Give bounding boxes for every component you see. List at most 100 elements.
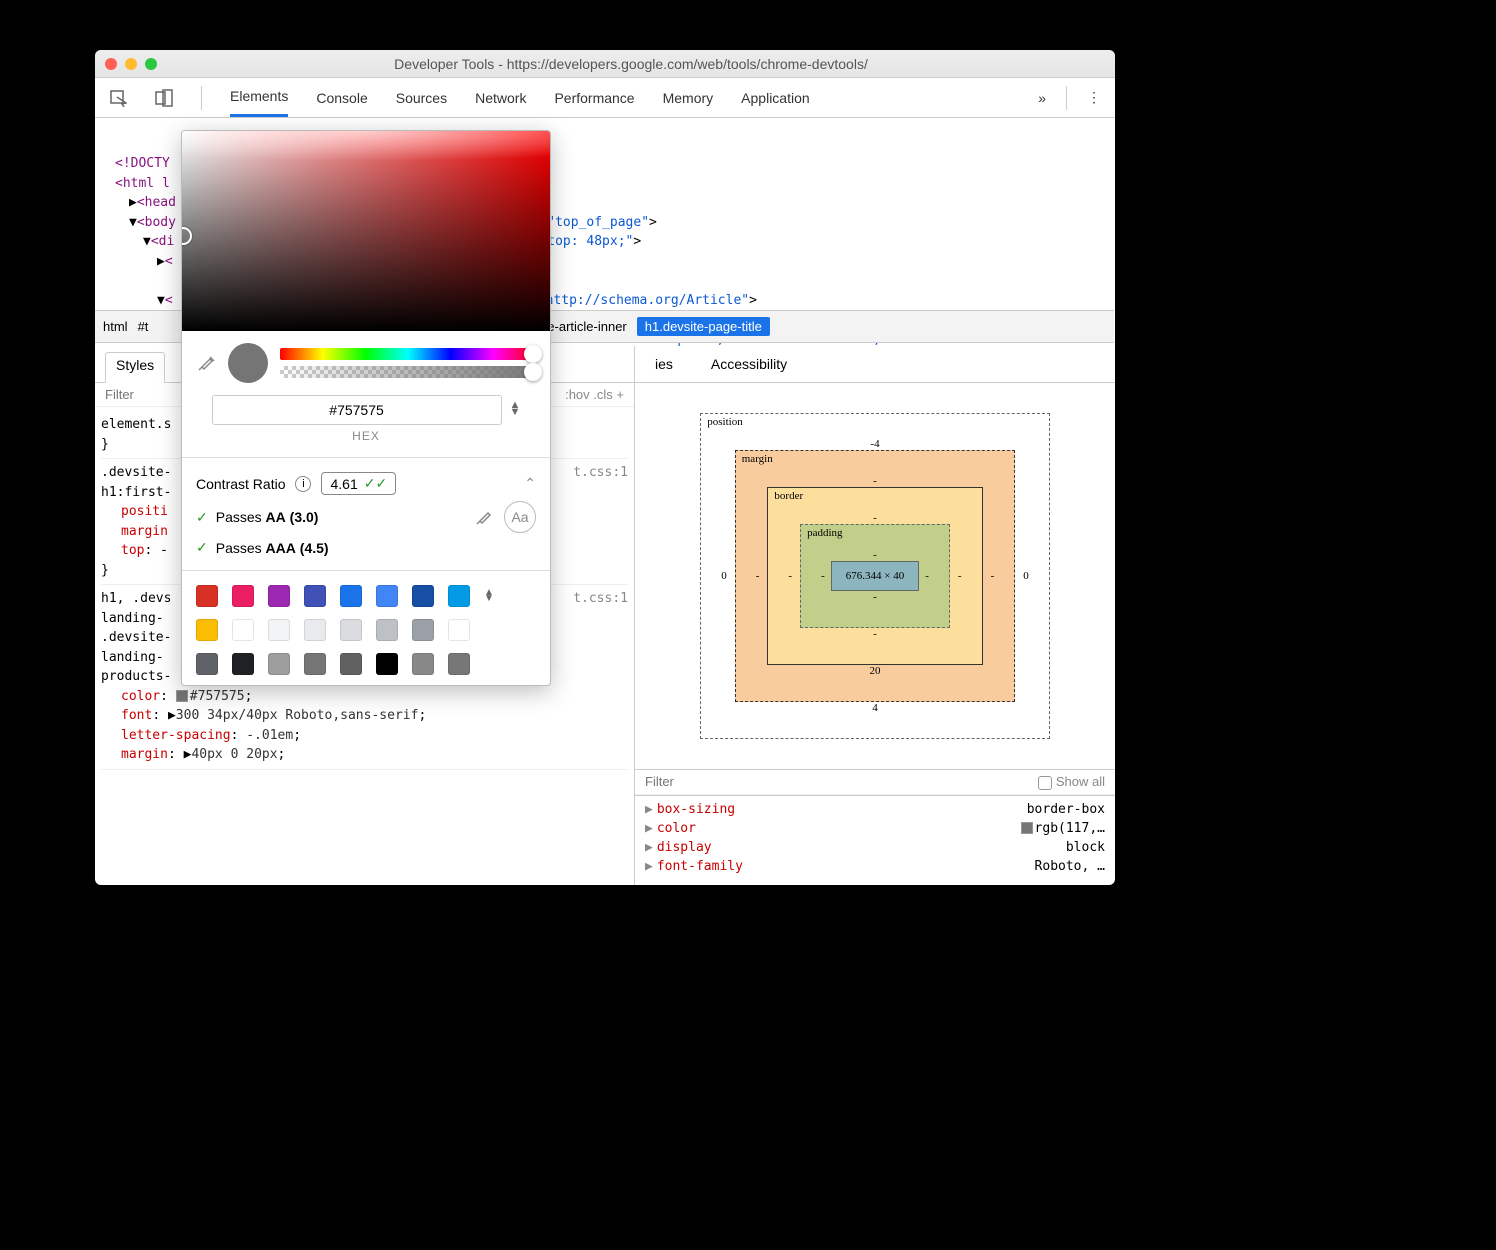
computed-list: ▶box-sizingborder-box ▶colorrgb(117,… ▶d… bbox=[635, 795, 1115, 880]
tab-performance[interactable]: Performance bbox=[554, 80, 634, 116]
computed-filter-input[interactable] bbox=[645, 774, 745, 789]
palette-swatch[interactable] bbox=[376, 619, 398, 641]
subtab-accessibility[interactable]: Accessibility bbox=[701, 352, 797, 376]
computed-row[interactable]: ▶box-sizingborder-box bbox=[645, 800, 1105, 819]
palette-swatch[interactable] bbox=[376, 653, 398, 675]
contrast-section: Contrast Ratio i 4.61✓✓ ⌃ ✓ Passes AA (3… bbox=[182, 462, 550, 566]
palette-swatch[interactable] bbox=[268, 619, 290, 641]
tabs-overflow: » ⋮ bbox=[1038, 86, 1101, 110]
right-subtabs: ies Accessibility bbox=[635, 346, 1115, 383]
rule-element-style[interactable]: element.s bbox=[101, 417, 171, 432]
palette-swatch[interactable] bbox=[196, 653, 218, 675]
crumb-html[interactable]: html bbox=[103, 319, 128, 334]
computed-filter-row: Show all bbox=[635, 769, 1115, 795]
format-spinner[interactable]: ▲▼ bbox=[510, 402, 521, 416]
traffic-lights bbox=[105, 58, 157, 70]
show-all-label: Show all bbox=[1056, 774, 1105, 789]
close-icon[interactable] bbox=[105, 58, 117, 70]
tab-console[interactable]: Console bbox=[316, 80, 367, 116]
palette-swatch[interactable] bbox=[340, 653, 362, 675]
slider-thumb[interactable] bbox=[524, 345, 542, 363]
hov-toggle[interactable]: :hov bbox=[565, 387, 590, 402]
palette-swatch[interactable] bbox=[304, 653, 326, 675]
palette-swatches: ▲▼ bbox=[182, 575, 550, 685]
eyedropper-icon[interactable] bbox=[474, 507, 494, 527]
palette-swatch[interactable] bbox=[412, 653, 434, 675]
palette-swatch[interactable] bbox=[448, 653, 470, 675]
separator bbox=[201, 86, 202, 110]
crumb-id[interactable]: #t bbox=[138, 319, 149, 334]
chevron-up-icon[interactable]: ⌃ bbox=[524, 475, 536, 492]
checkmark-icon: ✓ bbox=[196, 539, 208, 556]
palette-swatch[interactable] bbox=[232, 619, 254, 641]
palette-swatch[interactable] bbox=[448, 585, 470, 607]
device-icon[interactable] bbox=[155, 89, 173, 107]
kebab-icon[interactable]: ⋮ bbox=[1087, 89, 1101, 106]
hex-label: HEX bbox=[196, 429, 536, 443]
palette-swatch[interactable] bbox=[448, 619, 470, 641]
zoom-icon[interactable] bbox=[145, 58, 157, 70]
tab-sources[interactable]: Sources bbox=[396, 80, 447, 116]
color-swatch-icon[interactable] bbox=[176, 690, 188, 702]
checkmark-icon: ✓ bbox=[196, 509, 208, 526]
slider-thumb[interactable] bbox=[524, 363, 542, 381]
titlebar: Developer Tools - https://developers.goo… bbox=[95, 50, 1115, 78]
palette-swatch[interactable] bbox=[412, 619, 434, 641]
text-sample-icon[interactable]: Aa bbox=[504, 501, 536, 533]
computed-row[interactable]: ▶displayblock bbox=[645, 838, 1105, 857]
palette-swatch[interactable] bbox=[304, 585, 326, 607]
devtools-window: Developer Tools - https://developers.goo… bbox=[95, 50, 1115, 885]
separator bbox=[1066, 86, 1067, 110]
alpha-slider[interactable] bbox=[280, 366, 536, 378]
palette-swatch[interactable] bbox=[412, 585, 434, 607]
add-rule-icon[interactable]: + bbox=[616, 387, 624, 402]
palette-swatch[interactable] bbox=[196, 619, 218, 641]
saturation-lightness-area[interactable] bbox=[182, 131, 550, 331]
window-title: Developer Tools - https://developers.goo… bbox=[157, 56, 1105, 72]
selector[interactable]: .devsite- bbox=[101, 465, 171, 480]
tab-network[interactable]: Network bbox=[475, 80, 526, 116]
minimize-icon[interactable] bbox=[125, 58, 137, 70]
computed-row[interactable]: ▶font-familyRoboto, … bbox=[645, 857, 1105, 876]
contrast-ratio: 4.61✓✓ bbox=[321, 472, 396, 495]
palette-swatch[interactable] bbox=[196, 585, 218, 607]
crumb-active[interactable]: h1.devsite-page-title bbox=[637, 317, 770, 336]
dom-doctype: <!DOCTY bbox=[115, 156, 170, 171]
hex-input[interactable] bbox=[212, 395, 502, 425]
right-pane: ies Accessibility position -4 0 margin -… bbox=[635, 346, 1115, 885]
palette-pager[interactable]: ▲▼ bbox=[484, 590, 536, 602]
palette-swatch[interactable] bbox=[304, 619, 326, 641]
subtab-properties[interactable]: ies bbox=[645, 352, 683, 376]
cls-toggle[interactable]: .cls bbox=[593, 387, 613, 402]
source-link[interactable]: t.css:1 bbox=[573, 463, 628, 483]
tab-elements[interactable]: Elements bbox=[230, 78, 288, 117]
palette-swatch[interactable] bbox=[376, 585, 398, 607]
palette-swatch[interactable] bbox=[268, 585, 290, 607]
current-color-icon bbox=[228, 343, 268, 383]
palette-swatch[interactable] bbox=[340, 619, 362, 641]
palette-swatch[interactable] bbox=[340, 585, 362, 607]
dom-head[interactable]: <head bbox=[137, 195, 176, 210]
dom-body[interactable]: <body bbox=[137, 215, 176, 230]
color-swatch-icon bbox=[1021, 822, 1033, 834]
show-all-checkbox[interactable] bbox=[1038, 776, 1052, 790]
dom-div[interactable]: <di bbox=[151, 234, 174, 249]
box-model-content: 676.344 × 40 bbox=[831, 561, 919, 591]
info-icon[interactable]: i bbox=[295, 476, 311, 492]
source-link[interactable]: t.css:1 bbox=[573, 589, 628, 609]
palette-swatch[interactable] bbox=[232, 585, 254, 607]
inspect-icon[interactable] bbox=[109, 89, 127, 107]
box-model: position -4 0 margin - - border - bbox=[635, 383, 1115, 769]
color-picker: ▲▼ HEX Contrast Ratio i 4.61✓✓ ⌃ ✓ Passe… bbox=[181, 130, 551, 686]
eyedropper-icon[interactable] bbox=[196, 353, 216, 373]
chevron-double-right-icon[interactable]: » bbox=[1038, 90, 1046, 106]
computed-row[interactable]: ▶colorrgb(117,… bbox=[645, 819, 1105, 838]
tab-application[interactable]: Application bbox=[741, 80, 810, 116]
main-tabs: Elements Console Sources Network Perform… bbox=[95, 78, 1115, 118]
dom-html: <html l bbox=[115, 176, 170, 191]
subtab-styles[interactable]: Styles bbox=[105, 352, 165, 383]
palette-swatch[interactable] bbox=[232, 653, 254, 675]
hue-slider[interactable] bbox=[280, 348, 536, 360]
tab-memory[interactable]: Memory bbox=[663, 80, 714, 116]
palette-swatch[interactable] bbox=[268, 653, 290, 675]
